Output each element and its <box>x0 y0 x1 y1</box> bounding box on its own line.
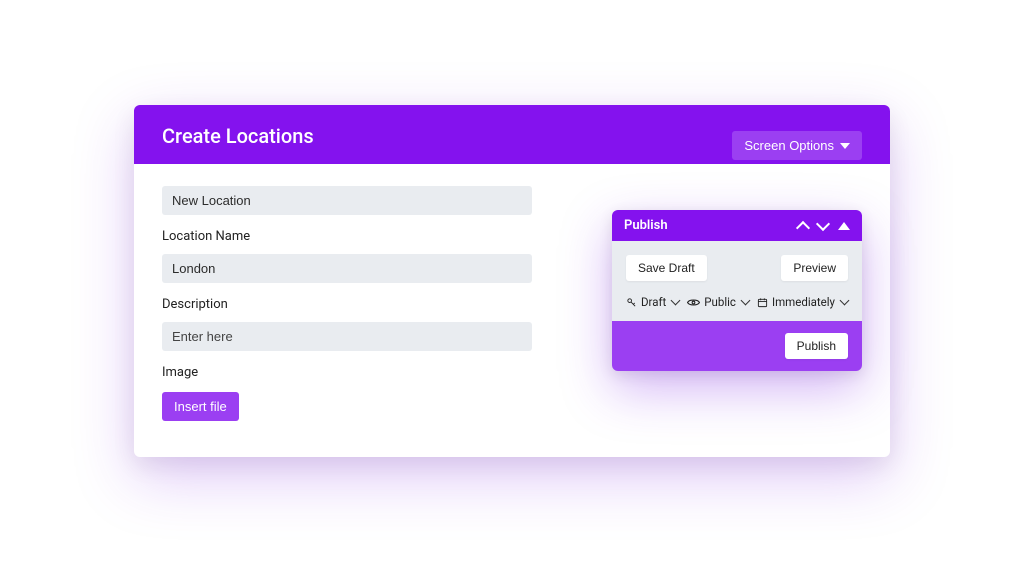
image-label: Image <box>162 365 582 380</box>
chevron-down-icon[interactable] <box>816 216 830 230</box>
insert-file-button[interactable]: Insert file <box>162 392 239 421</box>
publish-actions-row: Save Draft Preview <box>626 255 848 281</box>
chevron-up-icon[interactable] <box>796 220 810 234</box>
publish-header: Publish <box>612 210 862 241</box>
schedule-value: Immediately <box>772 295 835 309</box>
visibility-value: Public <box>704 295 736 309</box>
chevron-down-icon <box>671 296 681 306</box>
publish-panel: Publish Save Draft Preview <box>612 210 862 371</box>
description-label: Description <box>162 297 582 312</box>
calendar-icon <box>757 297 768 308</box>
triangle-up-icon[interactable] <box>838 222 850 230</box>
preview-button[interactable]: Preview <box>781 255 848 281</box>
schedule-control[interactable]: Immediately <box>757 295 848 309</box>
key-icon <box>626 297 637 308</box>
publish-title: Publish <box>624 218 668 233</box>
screen-options-label: Screen Options <box>744 138 834 153</box>
publish-header-controls <box>798 219 850 233</box>
location-title-input[interactable] <box>162 186 532 215</box>
visibility-control[interactable]: Public <box>687 295 749 309</box>
status-value: Draft <box>641 295 666 309</box>
page-title: Create Locations <box>162 124 314 148</box>
location-name-label: Location Name <box>162 229 582 244</box>
status-control[interactable]: Draft <box>626 295 679 309</box>
location-name-input[interactable] <box>162 254 532 283</box>
eye-icon <box>687 297 700 308</box>
save-draft-button[interactable]: Save Draft <box>626 255 707 281</box>
chevron-down-icon <box>840 296 850 306</box>
form-column: Location Name Description Image Insert f… <box>162 186 582 421</box>
create-locations-card: Create Locations Screen Options Location… <box>134 105 890 457</box>
publish-status-row: Draft Public Immediate <box>626 295 848 309</box>
chevron-down-icon <box>840 143 850 149</box>
publish-footer: Publish <box>612 321 862 371</box>
description-input[interactable] <box>162 322 532 351</box>
screen-options-button[interactable]: Screen Options <box>732 131 862 160</box>
publish-body: Save Draft Preview Draft <box>612 241 862 321</box>
publish-button[interactable]: Publish <box>785 333 848 359</box>
card-body: Location Name Description Image Insert f… <box>134 164 890 457</box>
card-header: Create Locations Screen Options <box>134 105 890 164</box>
chevron-down-icon <box>740 296 750 306</box>
